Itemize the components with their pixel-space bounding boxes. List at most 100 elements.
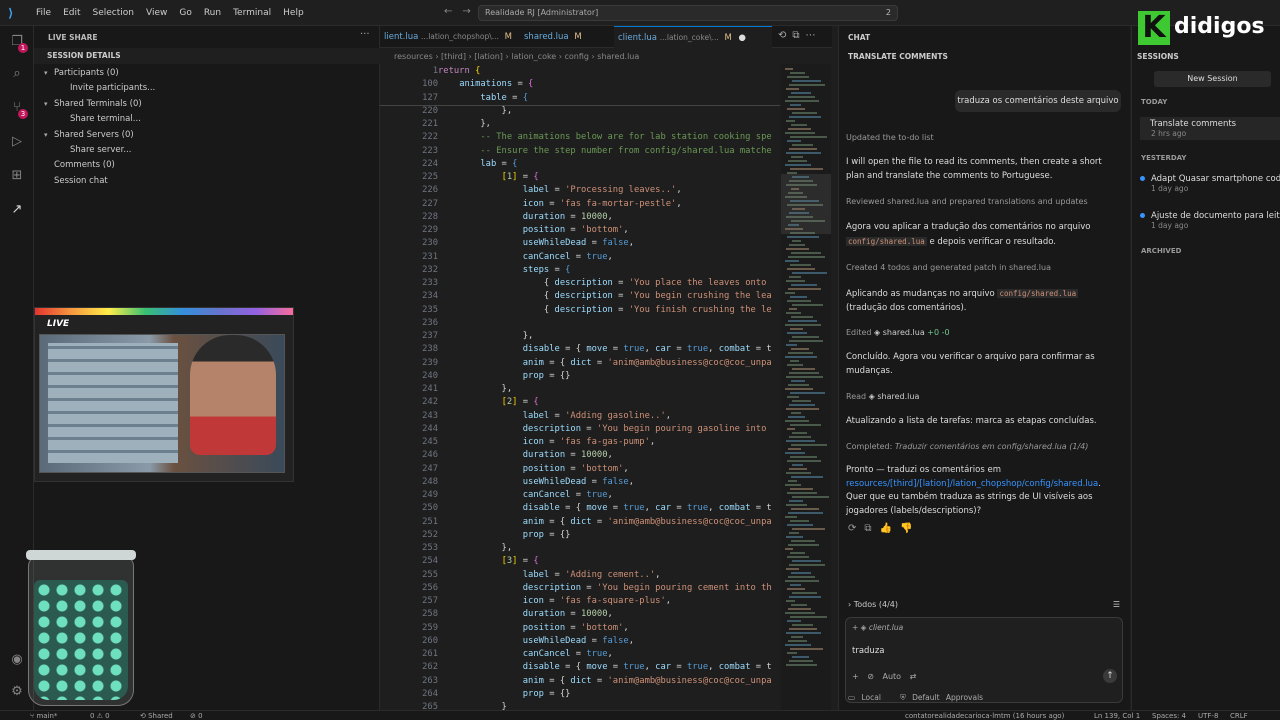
tree-item[interactable]: Share server...	[34, 143, 380, 158]
todos-toggle[interactable]: › Todos (4/4) ☰	[848, 600, 1120, 614]
command-center[interactable]: Realidade RJ [Administrator] 2	[478, 5, 898, 21]
session-item[interactable]: Translate comments 2 hrs ago	[1140, 117, 1280, 140]
tree-item[interactable]: Session chat	[34, 174, 380, 189]
search-icon[interactable]: ⌕	[8, 66, 26, 84]
branch-item[interactable]: ⑂ main*	[30, 711, 57, 720]
feedback-icons[interactable]: ⟳⧉👍👎	[848, 523, 920, 534]
cursor-position[interactable]: Ln 139, Col 1	[1094, 711, 1140, 720]
code-editor[interactable]: 1 return {100 animations = {127 table = {…	[380, 64, 832, 710]
code-line: canCancel = true,	[522, 251, 613, 262]
unsaved-dot-icon[interactable]: ●	[739, 33, 746, 43]
minimap-line	[791, 540, 815, 542]
user-message: traduza os comentários deste arquivo	[955, 90, 1121, 112]
remote-item[interactable]: contatorealidadecarioca-lmtm (16 hours a…	[905, 711, 1064, 720]
code-line: disable = { move = true, car = true, com…	[522, 344, 772, 355]
file-chip-shared[interactable]: ◈ shared.lua	[874, 328, 925, 337]
tree-item[interactable]: ▾ Participants (0)	[34, 66, 380, 81]
webcam-video	[39, 334, 285, 473]
minimap-line	[790, 488, 813, 490]
more-actions-icon[interactable]: ···	[360, 29, 370, 40]
minimap-line	[786, 88, 799, 90]
tree-item[interactable]: Share terminal...	[34, 112, 380, 127]
code-line: [2] = {	[501, 397, 539, 408]
clear-todos-icon[interactable]: ☰	[1113, 600, 1120, 609]
shared-item[interactable]: ⟲ Shared	[140, 711, 173, 720]
sidebar-title: LIVE SHARE	[48, 33, 98, 42]
encoding[interactable]: UTF-8	[1198, 711, 1218, 720]
minimap-line	[791, 572, 811, 574]
menu-go[interactable]: Go	[173, 8, 197, 18]
minimap[interactable]	[781, 64, 831, 710]
tab-shared-lua[interactable]: shared.lua M	[520, 26, 586, 48]
minimap-line	[789, 500, 803, 502]
file-link[interactable]: resources/[third]/[lation]/lation_chopsh…	[846, 479, 1098, 489]
add-icon[interactable]: +	[852, 672, 859, 681]
menu-help[interactable]: Help	[277, 8, 310, 18]
line-number: 234	[422, 291, 438, 302]
tree-item[interactable]: ▾ Shared Servers (0)	[34, 128, 380, 143]
line-number: 257	[422, 596, 438, 606]
code-line: prop = {}	[522, 370, 571, 381]
msg-detail[interactable]: 4 todos and generated patch in shared.lu…	[880, 263, 1051, 272]
tree-item-label: Session chat	[54, 175, 108, 186]
eol[interactable]: CRLF	[1230, 711, 1248, 720]
menu-edit[interactable]: Edit	[57, 8, 86, 18]
minimap-line	[790, 296, 807, 298]
mode-select[interactable]: Auto	[883, 672, 902, 681]
minimap-line	[785, 324, 821, 326]
approvals-select[interactable]: Default Approvals	[912, 693, 983, 702]
tab-client-lua[interactable]: client.lua ...lation_coke\... M ●	[614, 26, 772, 48]
file-chip-shared[interactable]: ◈ shared.lua	[869, 392, 920, 401]
chat-input[interactable]: traduza	[852, 646, 885, 656]
indentation[interactable]: Spaces: 4	[1152, 711, 1186, 720]
msg-detail[interactable]: shared.lua and prepared translations and…	[887, 197, 1088, 206]
menu-selection[interactable]: Selection	[87, 8, 140, 18]
code-line: },	[438, 331, 534, 341]
minimap-line	[786, 440, 815, 442]
editor-actions-icon[interactable]: ⟲⧉⋯	[778, 30, 822, 41]
menu-run[interactable]: Run	[198, 8, 227, 18]
minimap-line	[786, 408, 819, 410]
run-debug-icon[interactable]: ▷	[8, 134, 26, 152]
new-session-button[interactable]: New Session	[1154, 71, 1271, 87]
breadcrumb[interactable]: resources › [third] › [lation] › lation_…	[380, 49, 832, 65]
minimap-line	[786, 536, 803, 538]
nav-arrows-icon[interactable]: ←→	[444, 6, 481, 17]
msg-text: (tradução dos comentários).	[846, 302, 967, 313]
live-share-icon[interactable]: ↗	[8, 202, 26, 220]
chat-input-box[interactable]: + ◈ client.lua traduza + ⊘ Auto ⇄ ↑	[845, 617, 1123, 703]
tree-item[interactable]: ▾ Shared Terminals (0)	[34, 97, 380, 112]
code-line: position = 'bottom',	[522, 463, 629, 474]
attachment-chip[interactable]: + ◈ client.lua	[852, 623, 903, 632]
session-details-header[interactable]: SESSION DETAILS	[34, 48, 380, 64]
msg-text: Aplicando as mudanças no arquivo	[846, 289, 995, 299]
menu-terminal[interactable]: Terminal	[227, 8, 277, 18]
session-item[interactable]: Ajuste de documento para leitura 1 day a…	[1140, 211, 1280, 230]
tree-item[interactable]: Comments (0)	[34, 158, 380, 173]
jar-lid	[26, 550, 136, 560]
account-icon[interactable]: ◉	[8, 652, 26, 670]
minimap-line	[787, 396, 799, 398]
minimap-line	[790, 584, 801, 586]
minimap-line	[785, 612, 815, 614]
minimap-line	[792, 528, 825, 530]
settings-icon[interactable]: ⚙	[8, 684, 26, 702]
send-icon[interactable]: ↑	[1103, 669, 1117, 683]
minimap-line	[792, 656, 809, 658]
session-item[interactable]: Adapt Quasar smartphone code 1 day ago	[1140, 174, 1280, 193]
tools-icon[interactable]: ⊘	[867, 672, 874, 681]
problems-item[interactable]: 0 ⚠ 0	[90, 711, 110, 720]
minimap-line	[790, 552, 805, 554]
settings-sliders-icon[interactable]: ⇄	[910, 672, 917, 681]
local-target[interactable]: Local	[861, 693, 880, 702]
tab-lient-lua[interactable]: lient.lua ...lation_chopshop\... M	[380, 26, 516, 48]
menu-file[interactable]: File	[30, 8, 57, 18]
minimap-viewport[interactable]	[781, 174, 831, 234]
menu-view[interactable]: View	[140, 8, 173, 18]
ports-item[interactable]: ⊘ 0	[190, 711, 203, 720]
extensions-icon[interactable]: ⊞	[8, 168, 26, 186]
tree-item[interactable]: Invite participants...	[34, 81, 380, 96]
code-line: icon = 'fas fa-mortar-pestle',	[522, 198, 682, 209]
msg-detail[interactable]: the to-do list	[883, 133, 934, 142]
brand-letter: K	[1138, 11, 1170, 45]
